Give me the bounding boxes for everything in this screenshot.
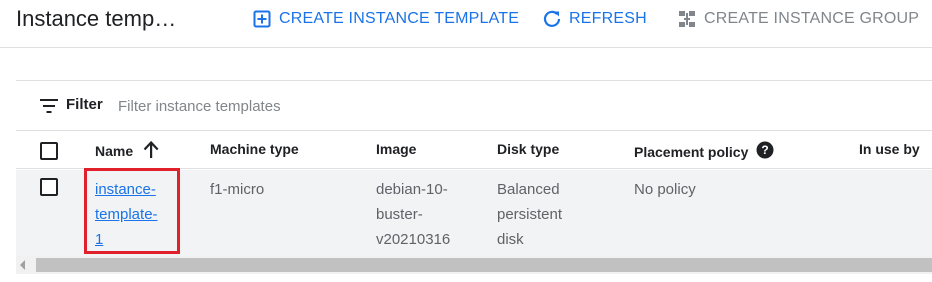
highlight-box [84, 168, 180, 254]
page-header: Instance temp… CREATE INSTANCE TEMPLATE … [0, 0, 932, 48]
column-header-name-label: Name [95, 143, 134, 159]
create-instance-group-button[interactable]: CREATE INSTANCE GROUP [678, 6, 919, 32]
create-instance-template-button[interactable]: CREATE INSTANCE TEMPLATE [253, 6, 519, 32]
machine-type-cell: f1-micro [210, 181, 265, 198]
page-title: Instance temp… [16, 6, 177, 31]
disk-type-line: disk [497, 231, 524, 248]
column-header-in-use-by[interactable]: In use by [859, 141, 920, 157]
scroll-left-arrow-icon[interactable] [20, 260, 25, 270]
sort-arrow-up-icon[interactable] [143, 140, 159, 161]
table-header: Name Machine type Image Disk type Placem… [16, 132, 932, 169]
column-header-disk-type[interactable]: Disk type [497, 141, 559, 157]
image-cell: debian-10- buster- v20210316 [376, 177, 450, 252]
disk-type-line: Balanced [497, 181, 560, 198]
svg-text:?: ? [762, 143, 769, 157]
filter-input[interactable] [118, 93, 518, 119]
scrollbar-thumb[interactable] [36, 258, 932, 272]
filter-label: Filter [66, 96, 103, 113]
add-box-icon [253, 10, 271, 28]
filter-bar: Filter [16, 81, 932, 131]
refresh-button[interactable]: REFRESH [543, 6, 647, 32]
column-header-placement-policy[interactable]: Placement policy ? [634, 141, 774, 162]
refresh-label: REFRESH [569, 10, 647, 27]
image-line: v20210316 [376, 231, 451, 248]
instance-group-icon [678, 10, 696, 28]
column-header-name[interactable]: Name [95, 140, 159, 161]
horizontal-scrollbar[interactable] [16, 256, 932, 274]
disk-type-cell: Balanced persistent disk [497, 177, 562, 252]
row-checkbox[interactable] [40, 178, 58, 196]
help-icon[interactable]: ? [756, 141, 774, 162]
refresh-icon [543, 10, 561, 28]
column-header-machine-type[interactable]: Machine type [210, 141, 299, 157]
disk-type-line: persistent [497, 206, 563, 223]
create-instance-group-label: CREATE INSTANCE GROUP [704, 10, 920, 27]
column-header-image[interactable]: Image [376, 141, 416, 157]
column-header-placement-policy-label: Placement policy [634, 143, 749, 160]
placement-policy-cell: No policy [634, 181, 696, 198]
select-all-checkbox[interactable] [40, 142, 58, 160]
filter-icon[interactable] [40, 99, 58, 118]
image-line: debian-10- [376, 181, 448, 198]
create-instance-template-label: CREATE INSTANCE TEMPLATE [279, 10, 520, 27]
image-line: buster- [376, 206, 423, 223]
